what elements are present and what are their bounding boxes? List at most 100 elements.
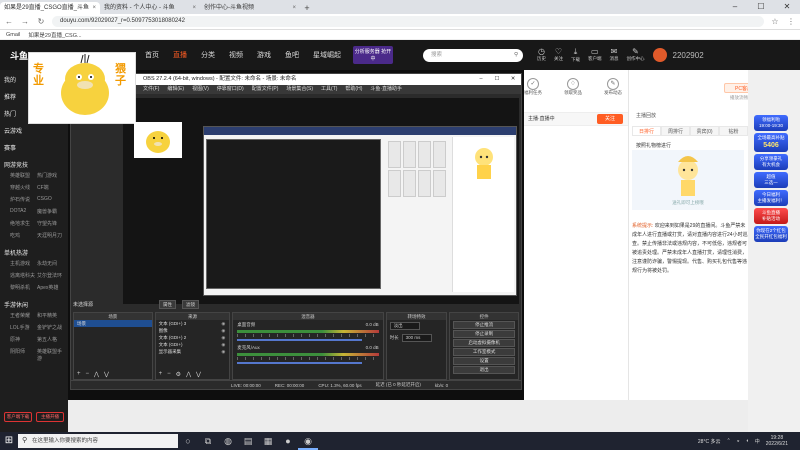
- client-download-button[interactable]: 客户端下载: [4, 412, 32, 422]
- obs-menu-item[interactable]: 文件(F): [143, 85, 159, 94]
- sidebar-item[interactable]: LOL手游: [10, 324, 37, 331]
- source-item[interactable]: 文本 (GDI+) 3 ◉: [156, 320, 230, 327]
- tab-weekly[interactable]: 周排行: [661, 126, 690, 136]
- browser-tab[interactable]: 创作中心-斗鱼视频 ×: [200, 2, 300, 14]
- sidebar-item[interactable]: 王者荣耀: [10, 312, 37, 319]
- nav-item[interactable]: 视频: [229, 50, 243, 60]
- sidebar-item[interactable]: CSGO: [37, 196, 64, 203]
- volume-slider[interactable]: [237, 362, 362, 364]
- ime-indicator[interactable]: 中: [755, 438, 760, 445]
- remove-icon[interactable]: −: [167, 371, 171, 378]
- arrow-down-icon[interactable]: ⋁: [196, 371, 201, 378]
- obs-menu-item[interactable]: 场景集合(S): [286, 85, 313, 94]
- sidebar-item[interactable]: 吃鸡: [10, 232, 37, 239]
- bookmark-item[interactable]: 如果是29直播_CSG...: [28, 31, 81, 39]
- nav-item[interactable]: 星域崛起: [313, 50, 341, 60]
- minimize-icon[interactable]: –: [473, 74, 489, 85]
- sidebar-item[interactable]: 和平精英: [37, 312, 64, 319]
- sidebar-item[interactable]: 黎明杀机: [10, 284, 37, 291]
- ad-banner[interactable]: 超值 三选一: [754, 172, 788, 188]
- creator-center-button[interactable]: ✎ 创作中心: [627, 47, 645, 63]
- source-item[interactable]: 文本 (GDI+) 2 ◉: [156, 334, 230, 341]
- avatar[interactable]: [652, 48, 667, 62]
- properties-button[interactable]: 属性: [159, 300, 176, 309]
- ad-banner[interactable]: 今日福利 主播发福利！: [754, 190, 788, 206]
- sidebar-item[interactable]: 绝地求生: [10, 220, 37, 227]
- volume-icon[interactable]: ◖: [746, 438, 749, 444]
- ad-banner[interactable]: 你现在2个红包 全民开红包福利: [754, 226, 788, 242]
- clock[interactable]: 19:28 2022/6/21: [766, 435, 788, 447]
- sidebar-item[interactable]: 天涯明月刀: [37, 232, 64, 239]
- nav-item[interactable]: 首页: [145, 50, 159, 60]
- filters-button[interactable]: 滤镜: [182, 300, 199, 309]
- maximize-icon[interactable]: ☐: [748, 0, 774, 14]
- eye-icon[interactable]: ◉: [221, 320, 229, 327]
- sidebar-item[interactable]: DOTA2: [10, 208, 37, 215]
- browser-tab[interactable]: 如果是29直播_CSGO直播_斗鱼 ×: [0, 2, 100, 14]
- sidebar-item[interactable]: 热门游戏: [37, 172, 64, 179]
- star-icon[interactable]: ☆: [770, 17, 780, 26]
- tab-diamond[interactable]: 钻粉: [719, 126, 748, 136]
- nav-item[interactable]: 直播: [173, 50, 187, 60]
- anchor-replay-link[interactable]: 主播回放: [636, 112, 656, 119]
- post-button[interactable]: ✎ 发布动态: [600, 78, 626, 96]
- arrow-down-icon[interactable]: ⋁: [104, 371, 109, 378]
- obs-menu-item[interactable]: 配置文件(P): [252, 85, 279, 94]
- sidebar-section-online[interactable]: 网游竞技: [0, 155, 68, 172]
- obs-app-icon[interactable]: ◉: [298, 432, 318, 450]
- obs-menu-item[interactable]: 编辑(E): [167, 85, 184, 94]
- eye-icon[interactable]: ◉: [221, 334, 229, 341]
- sidebar-section-single[interactable]: 单机热游: [0, 243, 68, 260]
- obs-menu-item[interactable]: 停靠窗口(D): [217, 85, 244, 94]
- sidebar-item[interactable]: 永劫无间: [37, 260, 64, 267]
- sidebar-item[interactable]: CF端: [37, 184, 64, 191]
- add-icon[interactable]: +: [159, 371, 163, 378]
- start-stream-button[interactable]: 主播开播: [36, 412, 64, 422]
- studio-mode-button[interactable]: 工作室模式: [453, 348, 515, 356]
- add-icon[interactable]: +: [77, 371, 81, 378]
- tab-vip[interactable]: 贵宾(0): [690, 126, 719, 136]
- follow-button[interactable]: 关注: [597, 114, 623, 124]
- browser-tab[interactable]: 我的资料 - 个人中心 - 斗鱼 ×: [100, 2, 200, 14]
- nav-item[interactable]: 游戏: [257, 50, 271, 60]
- sidebar-item[interactable]: 守望先锋: [37, 220, 64, 227]
- obs-menu-item[interactable]: 工具(T): [321, 85, 337, 94]
- messages-button[interactable]: ✉ 消息: [610, 47, 619, 63]
- bookmark-item[interactable]: Gmail: [6, 32, 20, 38]
- sidebar-item[interactable]: 穿越火线: [10, 184, 37, 191]
- arrow-up-icon[interactable]: ⋀: [186, 371, 191, 378]
- task-view-icon[interactable]: ○: [178, 432, 198, 450]
- windows-start-icon[interactable]: ⊞: [0, 432, 18, 450]
- volume-slider[interactable]: [237, 339, 362, 341]
- taskbar-search-input[interactable]: 在这里输入你要搜索的内容: [18, 434, 178, 448]
- close-icon[interactable]: ×: [192, 2, 196, 14]
- transition-select[interactable]: 淡出: [387, 320, 447, 332]
- nav-item[interactable]: 鱼吧: [285, 50, 299, 60]
- settings-button[interactable]: 设置: [453, 357, 515, 365]
- eye-icon[interactable]: ◉: [221, 348, 229, 355]
- store-icon[interactable]: ▦: [258, 432, 278, 450]
- source-item[interactable]: 图像 ◉: [156, 327, 230, 334]
- gear-icon[interactable]: ⚙: [176, 371, 181, 378]
- duration-field[interactable]: 时长 300 ms: [387, 332, 447, 344]
- eye-icon[interactable]: ◉: [221, 341, 229, 348]
- menu-icon[interactable]: ⋮: [786, 17, 796, 26]
- sidebar-item[interactable]: 艾尔登法环: [37, 272, 64, 279]
- follow-list-button[interactable]: ♡ 关注: [554, 47, 563, 63]
- ad-banner[interactable]: 领福利啦 19:00-19:30: [754, 115, 788, 131]
- sidebar-item[interactable]: 英雄联盟手游: [37, 348, 64, 362]
- sidebar-item[interactable]: 主机游戏: [10, 260, 37, 267]
- new-tab-icon[interactable]: +: [300, 2, 314, 14]
- maximize-icon[interactable]: ☐: [489, 74, 505, 85]
- source-item[interactable]: 文本 (GDI+) ◉: [156, 341, 230, 348]
- client-button[interactable]: ▭ 客户端: [588, 47, 602, 63]
- sidebar-item[interactable]: 魔兽争霸: [37, 208, 64, 215]
- site-search-input[interactable]: 搜索 ⚲: [423, 48, 523, 62]
- tab-daily[interactable]: 日排行: [632, 126, 661, 136]
- sidebar-item[interactable]: 英雄联盟: [10, 172, 37, 179]
- forward-icon[interactable]: →: [20, 17, 30, 26]
- url-field[interactable]: douyu.com/92029027_r=0.5097753018080242: [52, 16, 764, 27]
- eye-icon[interactable]: ◉: [221, 327, 229, 334]
- close-icon[interactable]: ×: [92, 2, 96, 14]
- ad-banner[interactable]: 分享领豪礼 有大机会: [754, 154, 788, 170]
